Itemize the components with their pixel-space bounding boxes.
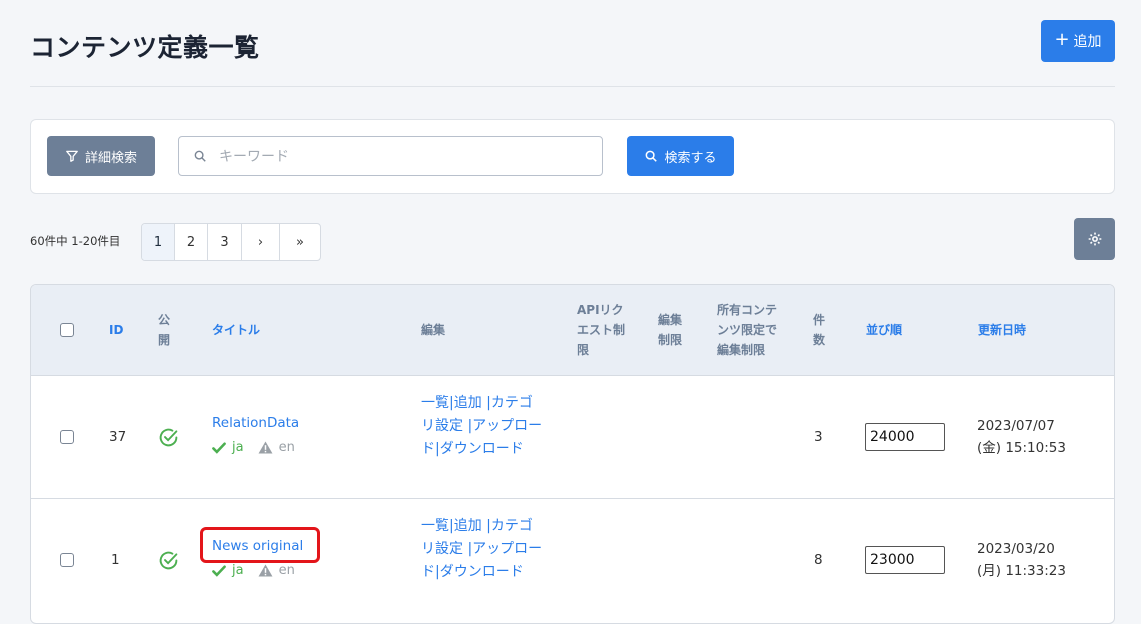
updated-date: 2023/03/20: [977, 541, 1055, 557]
updated-time: (金) 15:10:53: [977, 440, 1066, 456]
lang-en-label[interactable]: en: [279, 440, 295, 455]
edit-links[interactable]: 一覧|追加 |カテゴリ設定 |アップロード|ダウンロード: [421, 392, 546, 461]
row-checkbox[interactable]: [60, 430, 74, 444]
language-status: ja en: [212, 563, 295, 578]
language-status: ja en: [212, 440, 295, 455]
column-edit-restriction: 編集制限: [658, 313, 683, 347]
updated-date: 2023/07/07: [977, 418, 1055, 434]
warning-icon: [258, 441, 273, 454]
column-count: 件数: [813, 313, 826, 347]
add-button[interactable]: + 追加: [1041, 20, 1115, 62]
next-page-button[interactable]: ›: [242, 224, 280, 260]
column-edit: 編集: [421, 323, 446, 337]
row-count: 8: [814, 552, 823, 568]
lang-en-label[interactable]: en: [279, 563, 295, 578]
order-input[interactable]: [865, 546, 945, 574]
column-updated[interactable]: 更新日時: [978, 320, 1026, 340]
add-button-label: 追加: [1073, 34, 1102, 50]
edit-links[interactable]: 一覧|追加 |カテゴリ設定 |アップロード|ダウンロード: [421, 515, 546, 584]
content-table: ID 公開 タイトル 編集 APIリクエスト制限 編集制限 所有コンテンツ限定で…: [30, 284, 1115, 624]
lang-ja-label[interactable]: ja: [232, 563, 244, 578]
result-count: 60件中 1-20件目: [30, 234, 121, 248]
lang-ja-label[interactable]: ja: [232, 440, 244, 455]
updated-datetime: 2023/03/20 (月) 11:33:23: [977, 538, 1066, 582]
column-title[interactable]: タイトル: [212, 320, 260, 340]
title-link[interactable]: RelationData: [212, 415, 299, 431]
gear-icon: [1088, 232, 1101, 246]
check-icon: [212, 441, 226, 454]
search-submit-button[interactable]: 検索する: [627, 136, 734, 176]
updated-time: (月) 11:33:23: [977, 563, 1066, 579]
pagination: 1 2 3 › »: [141, 223, 321, 261]
highlight-annotation: [200, 527, 320, 563]
search-input[interactable]: [217, 137, 601, 177]
page-title: コンテンツ定義一覧: [30, 33, 260, 62]
table-header: ID 公開 タイトル 編集 APIリクエスト制限 編集制限 所有コンテンツ限定で…: [31, 285, 1114, 376]
row-id: 37: [109, 429, 127, 445]
column-id[interactable]: ID: [109, 320, 123, 340]
row-count: 3: [814, 429, 823, 445]
column-settings-button[interactable]: [1074, 218, 1115, 260]
column-order[interactable]: 並び順: [866, 320, 902, 340]
last-page-button[interactable]: »: [280, 224, 320, 260]
table-row: 1 News original ja en 一覧|追加 |カテゴリ設定 |アップ…: [31, 499, 1114, 623]
detail-search-label: 詳細検索: [84, 150, 137, 166]
search-icon: [194, 150, 206, 162]
row-checkbox[interactable]: [60, 553, 74, 567]
published-check-icon: [159, 428, 178, 447]
page-1[interactable]: 1: [142, 224, 175, 260]
check-icon: [212, 564, 226, 577]
search-input-wrapper: [178, 136, 603, 177]
header-divider: [30, 86, 1115, 87]
warning-icon: [258, 564, 273, 577]
search-panel: 詳細検索 検索する: [30, 119, 1115, 194]
page-3[interactable]: 3: [208, 224, 242, 260]
column-api-restriction: APIリクエスト制限: [577, 303, 626, 357]
column-owner-restriction: 所有コンテンツ限定で編集制限: [717, 303, 778, 357]
column-public: 公開: [158, 313, 171, 347]
updated-datetime: 2023/07/07 (金) 15:10:53: [977, 415, 1066, 459]
table-row: 37 RelationData ja en 一覧|追加 |カテゴリ設定 |アップ…: [31, 376, 1114, 499]
page-2[interactable]: 2: [175, 224, 208, 260]
row-id: 1: [111, 552, 120, 568]
detail-search-button[interactable]: 詳細検索: [47, 136, 155, 176]
search-icon: [646, 150, 658, 162]
plus-icon: +: [1054, 29, 1070, 50]
search-submit-label: 検索する: [664, 150, 717, 166]
filter-icon: [66, 150, 78, 162]
select-all-checkbox[interactable]: [60, 323, 74, 337]
order-input[interactable]: [865, 423, 945, 451]
published-check-icon: [159, 551, 178, 570]
